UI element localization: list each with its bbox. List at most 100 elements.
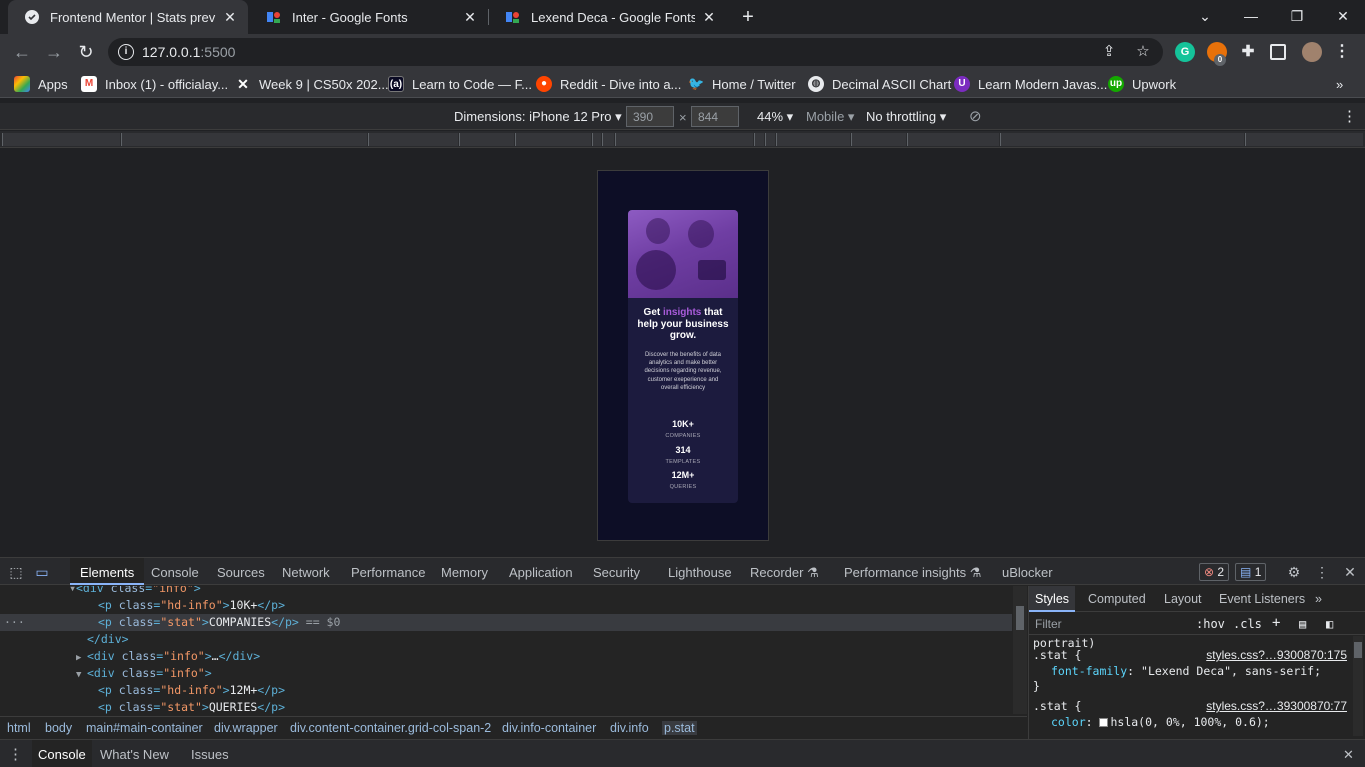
crumb-wrapper[interactable]: div.wrapper <box>214 721 278 735</box>
height-input[interactable]: 844 <box>691 106 739 127</box>
tab-network[interactable]: Network <box>282 565 330 580</box>
close-icon[interactable]: ✕ <box>701 9 717 26</box>
drawer-tab-issues[interactable]: Issues <box>191 747 229 762</box>
css-declaration[interactable]: font-family: "Lexend Deca", sans-serif; <box>1033 664 1351 679</box>
dom-scrollbar[interactable] <box>1013 586 1027 714</box>
media-query-segment[interactable] <box>765 133 775 146</box>
bookmark-star-icon[interactable]: ☆ <box>1134 43 1152 61</box>
crumb-content-container[interactable]: div.content-container.grid-col-span-2 <box>290 721 491 735</box>
site-info-icon[interactable]: i <box>118 44 134 60</box>
color-swatch[interactable] <box>1099 718 1109 727</box>
scrollbar-thumb[interactable] <box>1016 606 1024 630</box>
error-badge[interactable]: ⊗ 2 <box>1199 563 1230 581</box>
filter-input[interactable]: Filter <box>1035 617 1062 631</box>
tab-lighthouse[interactable]: Lighthouse <box>668 565 732 580</box>
media-query-segment[interactable] <box>459 133 514 146</box>
tab-ublocker[interactable]: uBlocker <box>1002 565 1053 580</box>
crumb-info-container[interactable]: div.info-container <box>502 721 596 735</box>
address-bar[interactable]: i 127.0.0.1:5500 ⇪ ☆ <box>108 38 1163 66</box>
device-toggle-icon[interactable]: ▭ <box>33 563 51 581</box>
mode-select[interactable]: Mobile ▾ <box>806 109 854 125</box>
tab-elements[interactable]: Elements <box>70 558 145 585</box>
devtools-menu-kebab-icon[interactable]: ⋮ <box>1313 563 1331 581</box>
scrollbar-thumb[interactable] <box>1354 642 1362 658</box>
tab-console[interactable]: Console <box>151 565 199 580</box>
tab-computed[interactable]: Computed <box>1088 592 1146 606</box>
bookmark-cs50[interactable]: ✕ Week 9 | CS50x 202... <box>235 75 388 93</box>
bookmark-upwork[interactable]: up Upwork <box>1108 75 1176 93</box>
menu-kebab-icon[interactable]: ⋮ <box>1332 42 1352 62</box>
toggle-sidebar-icon[interactable]: ◧ <box>1326 617 1333 631</box>
new-tab-button[interactable]: + <box>738 6 758 28</box>
dom-node[interactable]: <p class="stat">QUERIES</p> <box>0 699 1012 714</box>
media-query-segment[interactable] <box>754 133 764 146</box>
media-query-segment[interactable] <box>602 133 614 146</box>
media-query-segment[interactable] <box>776 133 850 146</box>
throttling-select[interactable]: No throttling ▾ <box>866 109 946 125</box>
drawer-menu-kebab-icon[interactable]: ⋮ <box>8 745 23 763</box>
close-icon[interactable]: ✕ <box>462 9 478 26</box>
media-query-segment[interactable] <box>121 133 367 146</box>
dom-node-selected[interactable]: ··· <p class="stat">COMPANIES</p> == $0 <box>0 614 1012 631</box>
crumb-body[interactable]: body <box>45 721 72 735</box>
expand-triangle-icon[interactable]: ▾ <box>0 586 76 597</box>
dimensions-select[interactable]: Dimensions: iPhone 12 Pro ▾ <box>454 109 622 125</box>
dom-node[interactable]: <p class="hd-info">10K+</p> <box>0 597 1012 614</box>
cls-button[interactable]: .cls <box>1233 617 1262 631</box>
tab-search-icon[interactable]: ⌄ <box>1192 4 1218 28</box>
dom-node[interactable]: </div> <box>0 631 1012 648</box>
drawer-tab-whats-new[interactable]: What's New <box>100 747 169 762</box>
close-icon[interactable]: ✕ <box>222 9 238 26</box>
more-bookmarks-icon[interactable]: » <box>1336 75 1343 93</box>
media-query-segment[interactable] <box>615 133 753 146</box>
crumb-stat[interactable]: p.stat <box>662 721 697 735</box>
bookmark-gmail[interactable]: M Inbox (1) - officialay... <box>81 75 228 93</box>
bookmark-twitter[interactable]: 🐦 Home / Twitter <box>688 75 796 93</box>
tab-memory[interactable]: Memory <box>441 565 488 580</box>
side-panel-icon[interactable] <box>1270 44 1286 60</box>
dom-node[interactable]: <p class="hd-info">12M+</p> <box>0 682 1012 699</box>
media-query-segment[interactable] <box>2 133 120 146</box>
zoom-select[interactable]: 44% ▾ <box>757 109 793 125</box>
width-input[interactable]: 390 <box>626 106 674 127</box>
media-query-segment[interactable] <box>592 133 601 146</box>
more-dots-icon[interactable]: ··· <box>0 614 98 631</box>
drawer-tab-console[interactable]: Console <box>32 740 92 767</box>
inspect-element-icon[interactable]: ⬚ <box>7 563 25 581</box>
tab-event-listeners[interactable]: Event Listeners <box>1219 592 1305 606</box>
message-badge[interactable]: ▤ 1 <box>1235 563 1267 581</box>
browser-tab[interactable]: Inter - Google Fonts ✕ <box>250 0 488 34</box>
tab-layout[interactable]: Layout <box>1164 592 1202 606</box>
close-devtools-icon[interactable]: ✕ <box>1341 563 1359 581</box>
minimize-icon[interactable]: — <box>1238 4 1264 28</box>
tab-application[interactable]: Application <box>509 565 573 580</box>
avatar[interactable] <box>1302 42 1322 62</box>
tab-performance[interactable]: Performance <box>351 565 425 580</box>
bookmark-ascii[interactable]: ◍ Decimal ASCII Chart <box>808 75 951 93</box>
browser-tab-active[interactable]: Frontend Mentor | Stats preview c ✕ <box>8 0 248 34</box>
bookmark-javascript[interactable]: U Learn Modern Javas... <box>954 75 1107 93</box>
forward-arrow-icon[interactable]: → <box>43 41 65 63</box>
bookmark-apps[interactable]: Apps <box>14 75 68 93</box>
media-query-segment[interactable] <box>515 133 591 146</box>
media-query-segment[interactable] <box>1000 133 1244 146</box>
restore-icon[interactable]: ❐ <box>1284 4 1310 28</box>
puzzle-icon[interactable]: ✚ <box>1238 42 1258 62</box>
crumb-info[interactable]: div.info <box>610 721 649 735</box>
close-drawer-icon[interactable]: ✕ <box>1343 747 1354 763</box>
reload-icon[interactable]: ↻ <box>75 41 97 63</box>
browser-tab[interactable]: Lexend Deca - Google Fonts ✕ <box>489 0 727 34</box>
crumb-main[interactable]: main#main-container <box>86 721 203 735</box>
tab-performance-insights[interactable]: Performance insights ⚗ <box>844 565 981 581</box>
close-window-icon[interactable]: ✕ <box>1330 4 1356 28</box>
hov-button[interactable]: :hov <box>1196 617 1225 631</box>
back-arrow-icon[interactable]: ← <box>11 41 33 63</box>
media-query-segment[interactable] <box>368 133 458 146</box>
grammarly-icon[interactable]: G <box>1175 42 1195 62</box>
tab-security[interactable]: Security <box>593 565 640 580</box>
device-menu-kebab-icon[interactable]: ⋮ <box>1342 107 1357 125</box>
css-source-link[interactable]: styles.css?…9300870:175 <box>1206 648 1347 662</box>
dom-node[interactable]: ▾<div class="info"> <box>0 586 1012 597</box>
paint-icon[interactable]: ▤ <box>1299 617 1306 631</box>
media-query-segment[interactable] <box>851 133 906 146</box>
